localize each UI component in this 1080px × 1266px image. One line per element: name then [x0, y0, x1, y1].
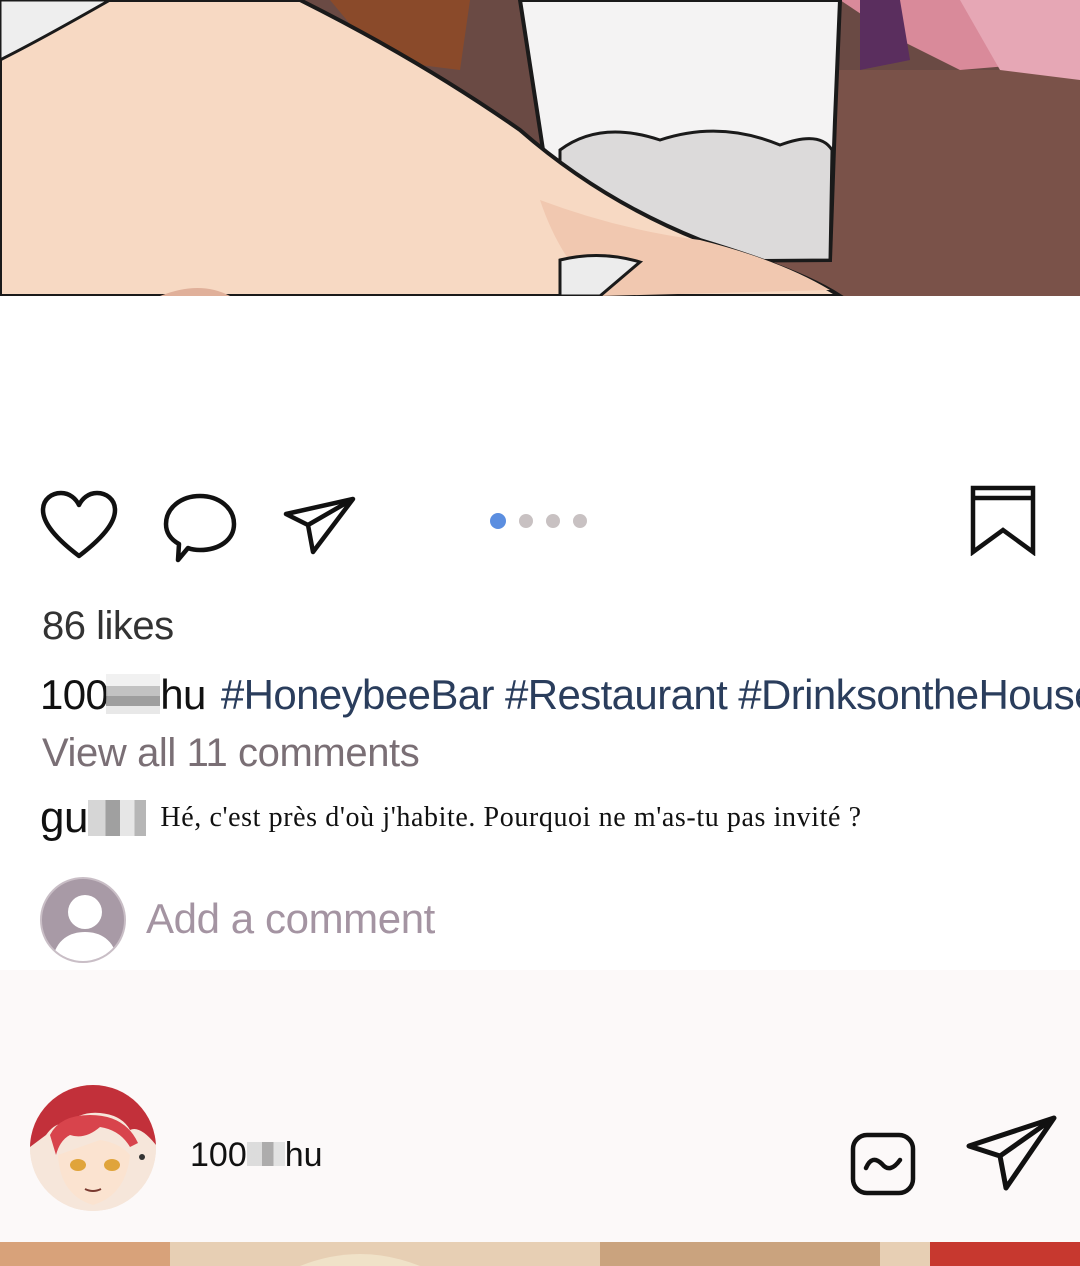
post-image[interactable]: [0, 0, 1080, 296]
post-illustration: [0, 0, 1080, 296]
avatar-placeholder: [40, 877, 126, 963]
caption: 100 hu #HoneybeeBar #Restaurant #Drinkson…: [40, 671, 1080, 719]
message-icon[interactable]: [850, 1132, 916, 1196]
speech-bubble-icon[interactable]: [162, 492, 238, 566]
comment-username-start: gu: [40, 793, 88, 842]
paper-plane-icon[interactable]: [966, 1114, 1058, 1194]
censor-blur: [87, 800, 146, 837]
add-comment-input[interactable]: Add a comment: [146, 895, 435, 943]
caption-username-end: hu: [160, 671, 206, 718]
user-silhouette-icon: [52, 895, 118, 961]
comment-text: Hé, c'est près d'où j'habite. Pourquoi n…: [160, 802, 862, 833]
like-count[interactable]: 86 likes: [42, 604, 174, 649]
caption-username-start: 100: [40, 671, 109, 718]
bookmark-icon[interactable]: [968, 484, 1038, 557]
carousel-indicator: [490, 512, 587, 530]
view-all-comments-link[interactable]: View all 11 comments: [42, 731, 420, 776]
next-post-username-start: 100: [190, 1136, 247, 1174]
carousel-dot: [546, 514, 560, 528]
caption-username[interactable]: 100 hu: [40, 671, 206, 718]
next-post-header: [0, 970, 1080, 1242]
carousel-dot-active: [490, 513, 506, 529]
paper-plane-icon[interactable]: [283, 494, 357, 556]
caption-hashtags[interactable]: #HoneybeeBar #Restaurant #DrinksontheHou…: [221, 671, 1080, 718]
next-post-username-end: hu: [284, 1136, 323, 1174]
next-post-username[interactable]: 100 hu: [190, 1136, 323, 1175]
avatar[interactable]: [30, 1085, 156, 1211]
carousel-dot: [519, 514, 533, 528]
comment: gu Hé, c'est près d'où j'habite. Pourquo…: [40, 793, 862, 843]
next-post-image[interactable]: [0, 1242, 1080, 1266]
heart-icon[interactable]: [40, 490, 118, 562]
comment-username[interactable]: gu: [40, 793, 146, 842]
carousel-dot: [573, 514, 587, 528]
censor-blur: [246, 1142, 285, 1167]
censor-blur: [106, 673, 161, 714]
